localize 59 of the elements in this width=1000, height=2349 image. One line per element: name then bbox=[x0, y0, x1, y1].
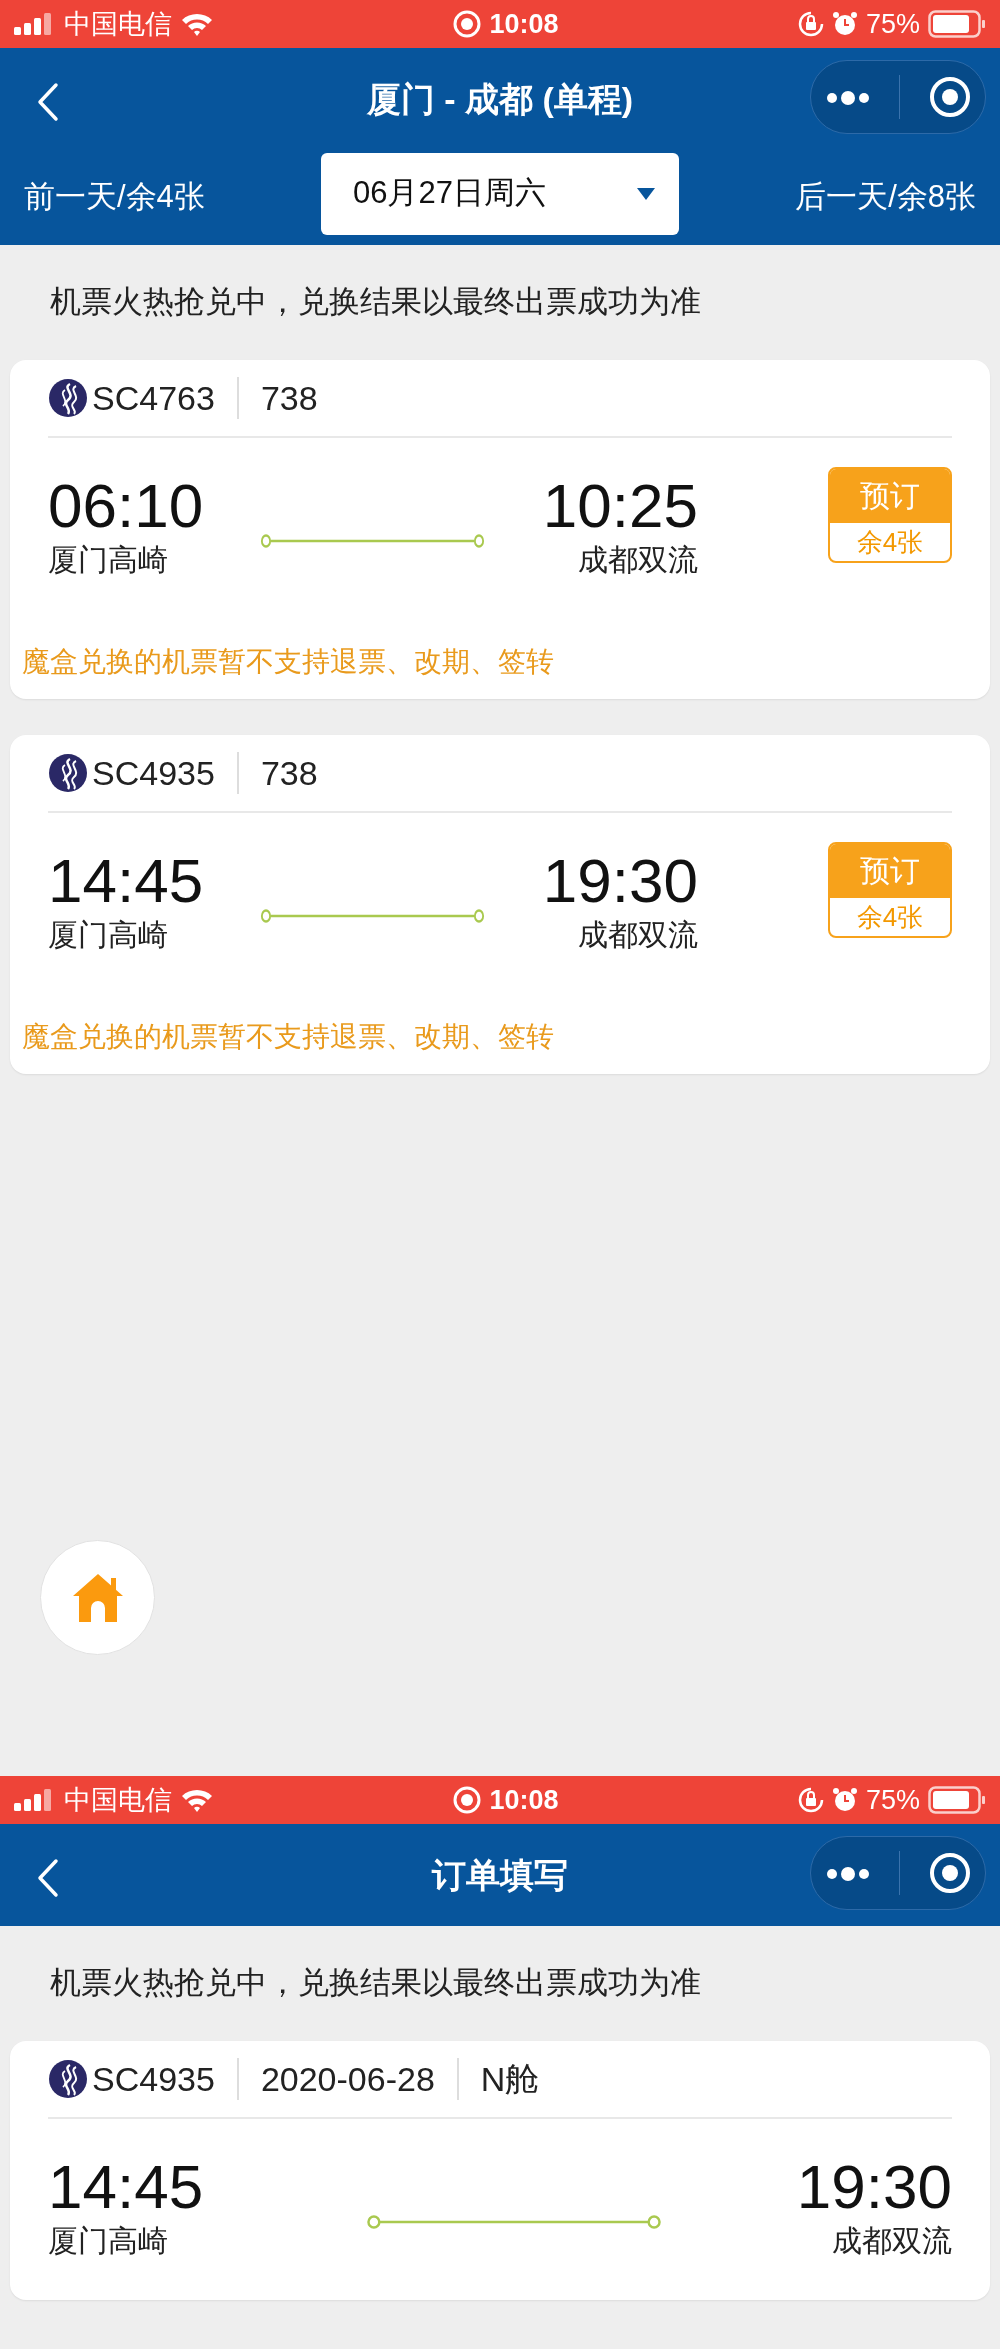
status-time: 10:08 bbox=[489, 7, 559, 41]
more-icon bbox=[825, 90, 870, 105]
wifi-icon bbox=[180, 11, 214, 37]
arrival-time: 19:30 bbox=[541, 847, 698, 916]
arrival-airport: 成都双流 bbox=[577, 542, 698, 579]
arrival-time: 19:30 bbox=[795, 2153, 952, 2222]
prev-day-link[interactable]: 前一天/余4张 bbox=[24, 174, 205, 221]
alarm-clock-icon bbox=[831, 1787, 858, 1813]
page-title: 厦门 - 成都 (单程) bbox=[366, 78, 634, 120]
departure-time: 06:10 bbox=[48, 472, 205, 541]
flight-number: SC4763 bbox=[92, 377, 215, 419]
airline-logo-icon bbox=[48, 2059, 88, 2099]
close-button[interactable] bbox=[928, 1852, 971, 1894]
wifi-icon bbox=[180, 1787, 214, 1813]
flight-detail: 2020-06-28 bbox=[260, 2058, 435, 2100]
flight-card[interactable]: SC4763 738 06:10 厦门高崎 10:25 成都双流 预订 余4张 魔盒兑换的机票暂不支持退票、改期、签转 bbox=[10, 360, 990, 700]
status-time: 10:08 bbox=[489, 1783, 559, 1817]
arrival-time: 10:25 bbox=[541, 472, 698, 541]
caret-icon bbox=[637, 187, 655, 200]
notice-text: 机票火热抢兑中，兑换结果以最终出票成功为准 bbox=[49, 1964, 702, 2003]
departure-time: 14:45 bbox=[48, 847, 205, 916]
departure-time: 14:45 bbox=[48, 2153, 205, 2222]
target-icon bbox=[928, 1852, 971, 1894]
flight-card[interactable]: SC4935 2020-06-28 N舱 14:45 厦门高崎 19:30 成都双流 bbox=[10, 2041, 990, 2301]
battery-icon bbox=[928, 10, 986, 38]
date-selector[interactable]: 06月27日周六 bbox=[321, 152, 679, 235]
arrival-airport: 成都双流 bbox=[577, 917, 698, 954]
battery-percent: 75% bbox=[865, 7, 920, 41]
flight-detail: 738 bbox=[260, 752, 318, 794]
flight-detail: 738 bbox=[260, 377, 318, 419]
back-icon bbox=[36, 82, 60, 122]
departure-airport: 厦门高崎 bbox=[48, 2223, 169, 2260]
flight-number: SC4935 bbox=[92, 2058, 215, 2100]
notice-text: 机票火热抢兑中，兑换结果以最终出票成功为准 bbox=[49, 283, 702, 322]
carrier-name: 中国电信 bbox=[64, 7, 172, 41]
carrier-name: 中国电信 bbox=[64, 1783, 172, 1817]
rotation-lock-icon bbox=[797, 11, 824, 37]
arrival-airport: 成都双流 bbox=[831, 2223, 952, 2260]
target-icon bbox=[928, 76, 971, 118]
flight-card[interactable]: SC4935 738 14:45 厦门高崎 19:30 成都双流 预订 余4张 魔盒兑换的机票暂不支持退票、改期、签转 bbox=[10, 735, 990, 1075]
airline-logo-icon bbox=[48, 753, 88, 794]
more-icon bbox=[825, 1866, 870, 1881]
page-title: 订单填写 bbox=[432, 1854, 568, 1896]
record-icon bbox=[453, 10, 482, 38]
next-day-link[interactable]: 后一天/余8张 bbox=[795, 174, 976, 221]
record-icon bbox=[453, 1786, 482, 1814]
warning-note: 魔盒兑换的机票暂不支持退票、改期、签转 bbox=[21, 645, 555, 680]
flight-number: SC4935 bbox=[92, 752, 215, 794]
departure-airport: 厦门高崎 bbox=[48, 917, 169, 954]
rotation-lock-icon bbox=[797, 1787, 824, 1813]
alarm-clock-icon bbox=[831, 11, 858, 37]
flight-detail: N舱 bbox=[480, 2058, 540, 2100]
back-icon bbox=[36, 1858, 60, 1898]
battery-icon bbox=[928, 1786, 986, 1814]
departure-airport: 厦门高崎 bbox=[48, 542, 169, 579]
airline-logo-icon bbox=[48, 378, 88, 418]
battery-percent: 75% bbox=[865, 1783, 920, 1817]
warning-note: 魔盒兑换的机票暂不支持退票、改期、签转 bbox=[21, 1020, 555, 1055]
close-button[interactable] bbox=[928, 76, 971, 118]
